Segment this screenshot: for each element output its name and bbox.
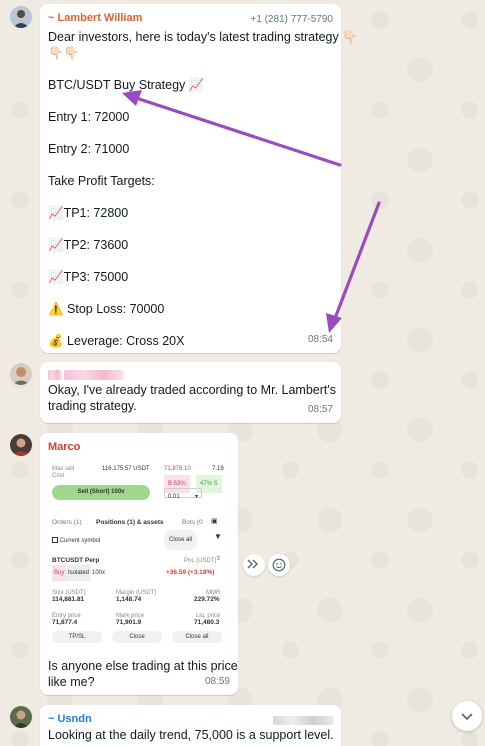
message-usndn[interactable]: ~ Usndn Looking at the daily trend, 75,0… — [40, 705, 341, 746]
message-line: BTC/USDT Buy Strategy 📈 — [48, 78, 205, 92]
liq-price-value: 71,480.3 — [194, 619, 220, 626]
chevron-down-icon — [461, 713, 473, 721]
message-line: 📈TP3: 75000 — [48, 270, 129, 284]
tab-orders[interactable]: Orders (1) — [52, 515, 82, 531]
message-line: Entry 1: 72000 — [48, 110, 130, 124]
close-all-button[interactable]: Close all — [172, 631, 222, 643]
message-time: 08:54 — [307, 334, 333, 345]
sender-name[interactable]: Marco — [48, 439, 230, 455]
message-line — [48, 125, 333, 141]
dropdown-caret-icon: ▾ — [194, 494, 198, 500]
mmr-value: 229.72% — [194, 596, 220, 603]
message-time: 08:59 — [204, 676, 230, 687]
avatar-user2[interactable] — [10, 363, 32, 385]
message-line: ⚠️ Stop Loss: 70000 — [48, 302, 165, 316]
forward-icon — [247, 559, 258, 569]
entry-price-value: 71,877.4 — [52, 619, 78, 626]
emoji-icon — [272, 558, 286, 572]
react-button[interactable] — [268, 554, 290, 576]
tab-bots[interactable]: Bots (0 — [182, 515, 203, 531]
message-line: 📈TP2: 73600 — [48, 238, 129, 252]
message-line — [48, 285, 333, 301]
forward-button[interactable] — [243, 554, 265, 576]
message-line: 👇🏻👇🏻 — [48, 46, 80, 60]
message-line — [48, 189, 333, 205]
message-line — [48, 61, 333, 77]
message-lambert-strategy[interactable]: ~ Lambert William +1 (281) 777-5790 Dear… — [40, 4, 358, 353]
size-value: 114,881.81 — [52, 596, 85, 603]
message-line: Entry 2: 71000 — [48, 142, 130, 156]
message-line: 📈TP1: 72800 — [48, 206, 129, 220]
message-line: Take Profit Targets: — [48, 174, 155, 188]
message-time: 08:57 — [307, 404, 333, 415]
mark-price-value: 71,901.9 — [116, 619, 142, 626]
scroll-to-bottom-button[interactable] — [452, 701, 482, 731]
message-marco[interactable]: Marco Max sell Cost 116,175.57 USDT 71,8… — [40, 433, 238, 695]
message-traded[interactable]: Okay, I've already traded according to M… — [40, 362, 341, 423]
sender-name-redacted — [48, 368, 333, 382]
tag-buy: Buy — [52, 565, 67, 581]
filter-icon[interactable]: ▼ — [214, 529, 222, 545]
message-line — [48, 157, 333, 173]
cost-label: Cost — [52, 473, 65, 479]
message-text-line: trading strategy. — [48, 399, 137, 413]
sender-phone: +1 (281) 777-5790 — [250, 14, 333, 25]
message-line — [48, 93, 333, 109]
pnl-value: +36.59 (+3.18%) — [166, 569, 215, 576]
checkbox-icon — [52, 537, 58, 544]
avatar-marco[interactable] — [10, 434, 32, 456]
message-line: Dear investors, here is today's latest t… — [48, 30, 358, 44]
tag-leverage: 100x — [92, 570, 106, 576]
step-select[interactable]: 0.01 ▾ — [164, 488, 202, 500]
message-text: Looking at the daily trend, 75,000 is a … — [48, 728, 334, 742]
share-icon[interactable]: ⇪ — [216, 551, 221, 567]
margin-value: 1,148.74 — [116, 596, 142, 603]
close-button[interactable]: Close — [112, 631, 162, 643]
caption-line: Is anyone else trading at this price — [48, 659, 238, 673]
close-all-top-button[interactable]: Close all — [164, 530, 198, 550]
current-symbol-label: Current symbol — [59, 538, 101, 544]
trading-screenshot[interactable]: Max sell Cost 116,175.57 USDT 71,878.10 … — [46, 455, 228, 651]
max-sell-value: 116,175.57 USDT — [102, 466, 150, 472]
avatar-usndn[interactable] — [10, 706, 32, 728]
tpsl-button[interactable]: TP/SL — [52, 631, 102, 643]
tag-isolated: Isolated — [66, 565, 92, 581]
message-line — [48, 317, 333, 333]
message-line: 💰 Leverage: Cross 20X — [48, 334, 185, 348]
current-symbol-checkbox[interactable]: Current symbol — [52, 533, 100, 549]
calendar-icon[interactable]: ▣ — [211, 514, 218, 530]
step-value: 0.01 — [168, 494, 180, 500]
avatar-lambert[interactable] — [10, 6, 32, 28]
message-line — [48, 221, 333, 237]
message-line — [48, 253, 333, 269]
sender-phone-redacted — [273, 713, 333, 729]
sell-short-button[interactable]: Sell (Short) 100x — [52, 485, 150, 500]
tab-positions[interactable]: Positions (1) & assets — [96, 515, 164, 531]
message-text-line: Okay, I've already traded according to M… — [48, 383, 337, 397]
message-body: Dear investors, here is today's latest t… — [48, 29, 358, 349]
